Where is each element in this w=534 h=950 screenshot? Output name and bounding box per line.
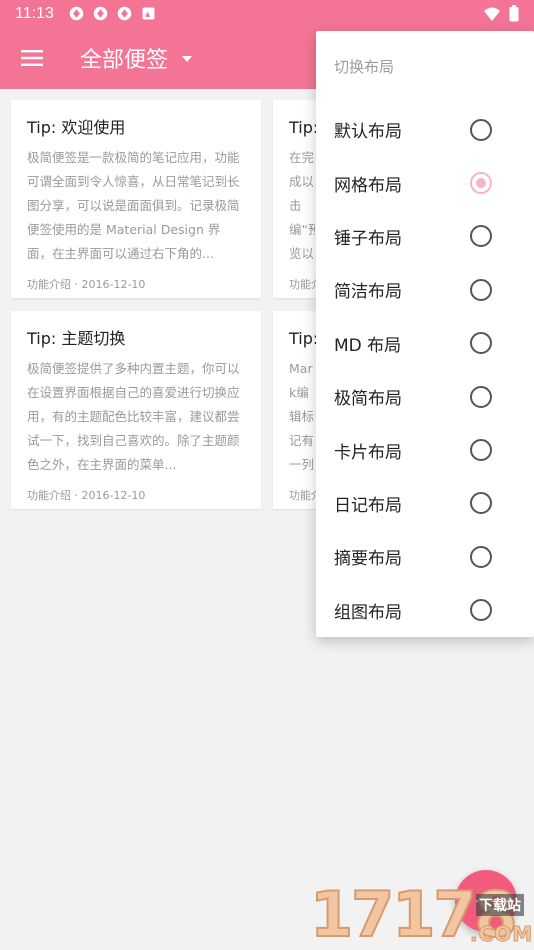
- note-meta: 功能介绍 · 2016-12-10: [27, 489, 146, 502]
- layout-option-label: 简洁布局: [334, 282, 402, 303]
- layout-option-label: 网格布局: [334, 175, 402, 196]
- layout-option-card[interactable]: 卡片布局: [316, 423, 534, 476]
- radio-button[interactable]: [470, 278, 492, 301]
- layout-option-label: 默认布局: [334, 122, 402, 143]
- radio-button[interactable]: [470, 599, 492, 622]
- layout-option-default[interactable]: 默认布局: [316, 103, 534, 156]
- layout-option-gallery[interactable]: 组图布局: [316, 584, 534, 637]
- battery-icon: [509, 5, 519, 22]
- image-icon: [142, 7, 155, 20]
- layout-option-diary[interactable]: 日记布局: [316, 477, 534, 530]
- note-body: 极简便签是一款极简的笔记应用，功能可谓全面到令人惊喜，从日常笔记到长图分享，可以…: [27, 150, 240, 261]
- layout-option-clean[interactable]: 简洁布局: [316, 263, 534, 316]
- layout-option-minimal[interactable]: 极简布局: [316, 370, 534, 423]
- layout-option-label: 锤子布局: [334, 228, 402, 249]
- wifi-icon: [484, 7, 500, 21]
- radio-button-checked[interactable]: [470, 172, 492, 195]
- caret-down-icon: [182, 56, 193, 62]
- sync-icon: [69, 6, 84, 21]
- sync-icon: [117, 6, 132, 21]
- note-title: Tip: 欢迎使用: [27, 118, 126, 137]
- layout-option-label: 极简布局: [334, 389, 402, 410]
- layout-option-label: MD 布局: [334, 335, 402, 356]
- watermark-domain: .COM: [469, 922, 534, 947]
- note-body: Mark编辑标记有一列表: [289, 361, 315, 472]
- status-bar: 11:13: [0, 0, 534, 27]
- watermark-site: 下载站: [476, 894, 524, 916]
- note-body: 极简便签提供了多种内置主题，你可以在设置界面根据自己的喜爱进行切换应用，有的主题…: [27, 361, 240, 472]
- radio-button[interactable]: [470, 118, 492, 141]
- radio-button[interactable]: [470, 439, 492, 462]
- radio-button[interactable]: [470, 385, 492, 408]
- layout-option-grid[interactable]: 网格布局: [316, 156, 534, 209]
- radio-button[interactable]: [470, 332, 492, 355]
- note-body: 在完成以击编“预览以定: [289, 150, 315, 261]
- layout-option-hammer[interactable]: 锤子布局: [316, 210, 534, 263]
- category-dropdown[interactable]: 全部便签: [64, 42, 193, 74]
- note-title: Tip: 主题切换: [27, 329, 126, 348]
- radio-button[interactable]: [470, 492, 492, 515]
- note-meta: 功能介绍 · 2016-12-10: [27, 278, 146, 291]
- page-title: 全部便签: [80, 48, 169, 73]
- layout-menu: 切换布局 默认布局 网格布局 锤子布局 简洁布局 MD 布局 极简布局 卡片布局…: [316, 31, 534, 637]
- layout-option-label: 摘要布局: [334, 549, 402, 570]
- layout-menu-header: 切换布局: [334, 58, 395, 76]
- note-card[interactable]: Tip: 主题切换 极简便签提供了多种内置主题，你可以在设置界面根据自己的喜爱进…: [11, 311, 261, 509]
- status-time: 11:13: [15, 4, 54, 22]
- layout-option-md[interactable]: MD 布局: [316, 317, 534, 370]
- radio-button[interactable]: [470, 225, 492, 248]
- layout-option-label: 卡片布局: [334, 442, 402, 463]
- note-card[interactable]: Tip: 欢迎使用 极简便签是一款极简的笔记应用，功能可谓全面到令人惊喜，从日常…: [11, 100, 261, 298]
- menu-icon: [21, 50, 43, 66]
- sync-icon: [93, 6, 108, 21]
- menu-button[interactable]: [0, 27, 64, 89]
- layout-option-label: 组图布局: [334, 602, 402, 623]
- layout-option-label: 日记布局: [334, 495, 402, 516]
- layout-option-summary[interactable]: 摘要布局: [316, 530, 534, 583]
- radio-button[interactable]: [470, 545, 492, 568]
